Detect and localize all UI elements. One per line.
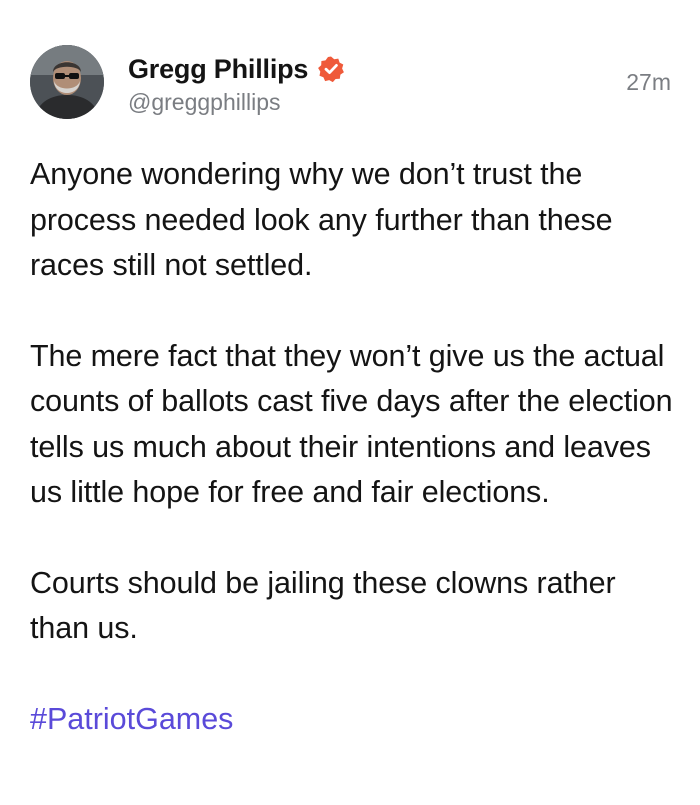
post-card: Gregg Phillips @greggphillips 27m Anyone… <box>0 0 700 805</box>
verified-badge-icon <box>317 55 345 83</box>
post-header: Gregg Phillips @greggphillips 27m <box>30 45 675 125</box>
post-timestamp[interactable]: 27m <box>626 69 671 96</box>
post-paragraph: The mere fact that they won’t give us th… <box>30 338 673 510</box>
user-handle[interactable]: @greggphillips <box>128 89 281 116</box>
hashtag-link[interactable]: #PatriotGames <box>30 697 233 743</box>
post-paragraph: Anyone wondering why we don’t trust the … <box>30 157 613 282</box>
name-row: Gregg Phillips <box>128 51 345 87</box>
post-paragraph: Courts should be jailing these clowns ra… <box>30 565 616 646</box>
display-name[interactable]: Gregg Phillips <box>128 54 308 85</box>
avatar[interactable] <box>30 45 104 119</box>
post-body: Anyone wondering why we don’t trust the … <box>30 152 680 742</box>
